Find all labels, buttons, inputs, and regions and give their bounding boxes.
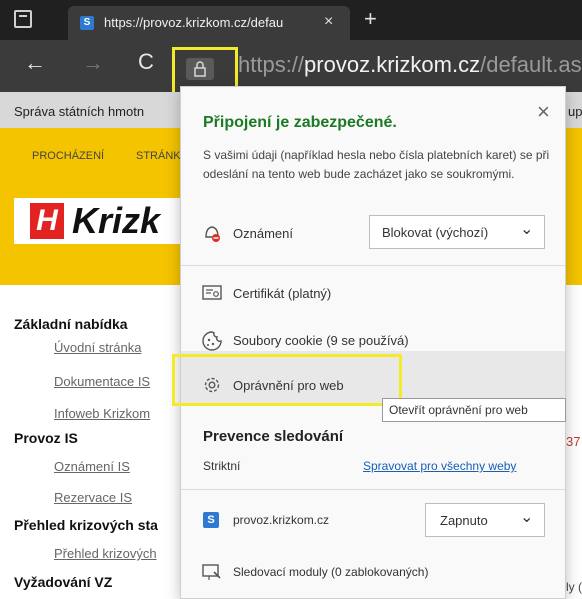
trackers-icon <box>201 562 223 587</box>
permissions-tooltip: Otevřít oprávnění pro web <box>382 398 566 422</box>
site-label: provoz.krizkom.cz <box>233 513 330 527</box>
cookies-link[interactable]: Soubory cookie (9 se používá) <box>233 333 409 348</box>
tracking-mode-label: Striktní <box>203 459 241 473</box>
sharepoint-favicon-icon: S <box>80 16 94 30</box>
tracking-site-select[interactable]: Zapnuto ⌄ <box>425 503 545 537</box>
permissions-highlight-frame <box>172 354 402 406</box>
manage-all-sites-link[interactable]: Spravovat pro všechny weby <box>363 459 516 473</box>
notifications-select[interactable]: Blokovat (výchozí) ⌄ <box>369 215 545 249</box>
tracking-site-select-value: Zapnuto <box>440 513 488 528</box>
menu-link[interactable]: Infoweb Krizkom <box>54 406 150 421</box>
menu-link[interactable]: Dokumentace IS <box>54 374 150 389</box>
tab-close-icon[interactable]: × <box>324 13 333 31</box>
certificate-icon <box>201 283 223 308</box>
site-info-popup: × Připojení je zabezpečené. S vašimi úda… <box>180 86 566 599</box>
tab-actions-icon[interactable] <box>14 10 32 28</box>
menu-link[interactable]: Rezervace IS <box>54 490 132 505</box>
page-nav-browse[interactable]: PROCHÁZENÍ <box>32 150 104 162</box>
tab-title: https://provoz.krizkom.cz/defau <box>104 15 284 30</box>
menu-heading: Vyžadování VZ <box>14 574 113 590</box>
page-right-number: 37 <box>566 434 581 449</box>
address-bar[interactable]: https://provoz.krizkom.cz/default.aspx <box>238 52 582 78</box>
menu-link[interactable]: Úvodní stránka <box>54 340 141 355</box>
notifications-select-value: Blokovat (výchozí) <box>382 225 489 240</box>
new-tab-button[interactable]: + <box>364 6 377 32</box>
menu-link[interactable]: Oznámení IS <box>54 459 130 474</box>
menu-heading: Provoz IS <box>14 430 78 446</box>
page-nav-page[interactable]: STRÁNK <box>136 150 181 162</box>
notifications-label: Oznámení <box>233 226 293 241</box>
url-domain: provoz.krizkom.cz <box>304 52 481 77</box>
connection-secure-title: Připojení je zabezpečené. <box>203 114 397 131</box>
close-icon[interactable]: × <box>537 99 550 125</box>
page-header-title: Správa státních hmotn <box>14 104 145 119</box>
menu-heading: Základní nabídka <box>14 316 128 332</box>
page-header-right: up <box>568 104 582 119</box>
certificate-link[interactable]: Certifikát (platný) <box>233 286 331 301</box>
page-right-text: ly ( <box>566 580 582 594</box>
chevron-down-icon: ⌄ <box>520 221 534 238</box>
divider <box>181 265 565 266</box>
tab-bar: S https://provoz.krizkom.cz/defau × + <box>0 0 582 40</box>
site-favicon-icon: S <box>203 512 219 528</box>
url-path: /default.aspx <box>480 52 582 77</box>
connection-description: S vašimi údaji (například hesla nebo čís… <box>203 148 550 181</box>
trackers-link[interactable]: Sledovací moduly (0 zablokovaných) <box>233 565 428 579</box>
back-button[interactable]: ← <box>24 50 46 76</box>
menu-heading: Přehled krizových sta <box>14 517 158 533</box>
browser-tab[interactable]: S https://provoz.krizkom.cz/defau × <box>68 6 350 40</box>
tracking-prevention-title: Prevence sledování <box>203 428 344 445</box>
forward-button[interactable]: → <box>82 50 104 76</box>
logo-mark: H <box>30 203 64 239</box>
logo-text: Krizk <box>72 200 161 241</box>
notification-bell-icon <box>201 222 223 249</box>
chevron-down-icon: ⌄ <box>520 509 534 526</box>
url-scheme: https:// <box>238 52 305 77</box>
divider <box>181 489 565 490</box>
reload-button[interactable]: C <box>138 49 154 75</box>
menu-link[interactable]: Přehled krizových <box>54 546 157 561</box>
